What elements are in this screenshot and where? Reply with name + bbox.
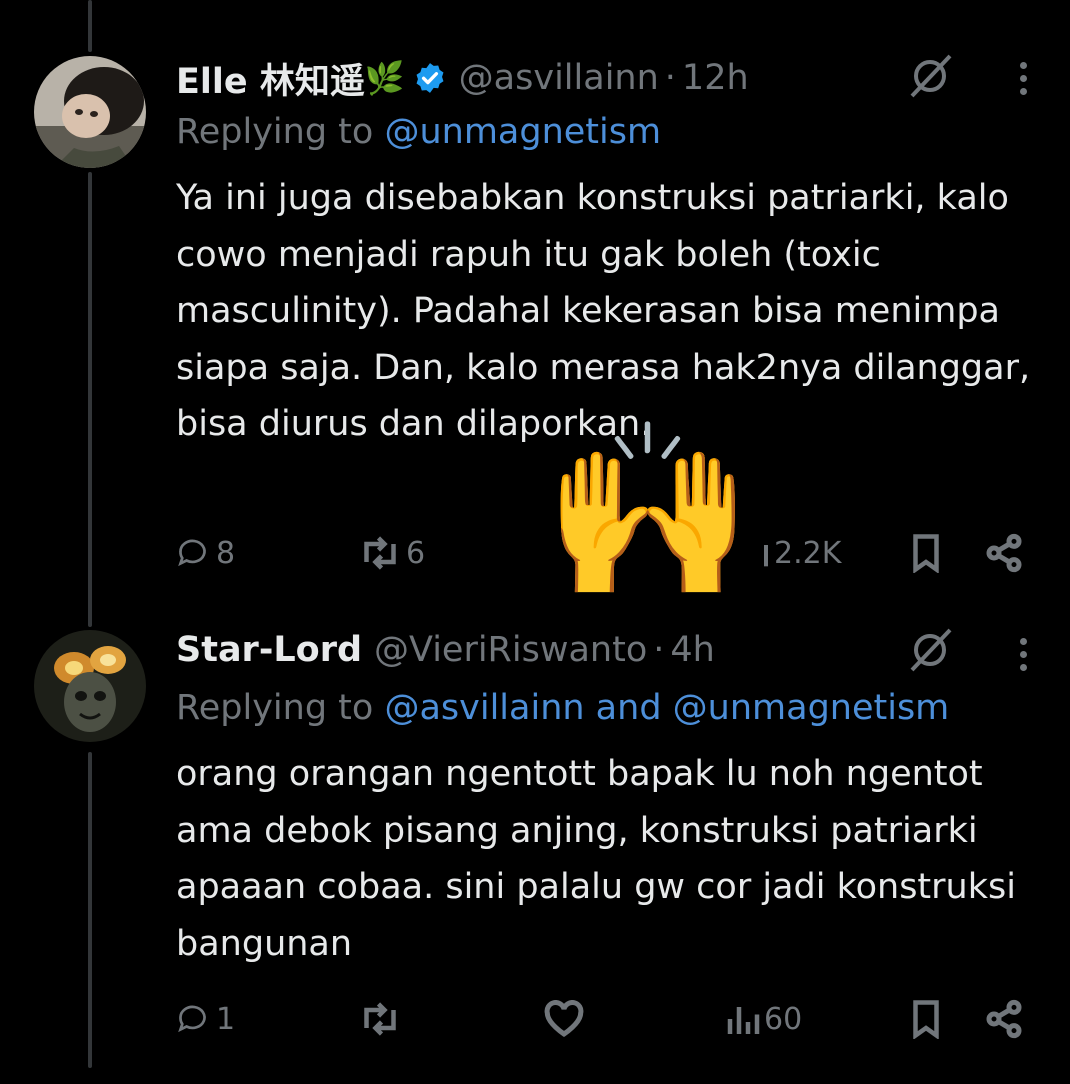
mention-link[interactable]: @unmagnetism [384,112,661,152]
more-icon[interactable] [1020,62,1030,101]
avatar-elle[interactable] [34,56,146,168]
separator-dot: · [664,58,676,98]
avatar-star-lord[interactable] [34,630,146,742]
handle[interactable]: @asvillainn [459,58,659,98]
timestamp[interactable]: 4h [670,630,714,670]
thread-line-top [88,0,92,52]
reply-button[interactable]: 8 [176,528,235,578]
like-icon [544,1000,584,1037]
views-icon [727,1007,760,1034]
reply-count: 1 [216,1001,236,1037]
handle[interactable]: @VieriRiswanto [374,630,647,670]
verified-badge-icon [413,61,447,95]
repost-button[interactable] [358,994,402,1044]
tweet-1-text: Ya ini juga disebabkan konstruksi patria… [176,178,1031,444]
more-icon[interactable] [1020,638,1030,677]
grok-icon[interactable] [906,52,954,104]
views-button[interactable]: 60 [724,994,802,1044]
separator-dot: · [653,630,665,670]
grok-icon[interactable] [906,626,954,678]
thread-line-1 [88,172,92,627]
tweet-1-header: Elle 林知遥 🌿 @asvillainn · 12h [176,54,749,102]
replying-prefix: Replying to [176,112,385,152]
share-button[interactable] [984,994,1024,1044]
repost-count: 6 [406,535,426,571]
reply-button[interactable]: 1 [176,994,235,1044]
tweet-2-text: orang orangan ngentott bapak lu noh ngen… [176,754,1016,964]
display-name[interactable]: Star-Lord [176,630,362,670]
tweet-2-header: Star-Lord @VieriRiswanto · 4h [176,626,715,674]
share-icon [986,999,1022,1039]
raising-hands-emoji: 🙌 [542,412,754,610]
replying-to: Replying to @asvillainn and @unmagnetism [176,688,949,728]
timestamp[interactable]: 12h [682,58,749,98]
share-button[interactable] [984,528,1024,578]
replying-to: Replying to @unmagnetism [176,112,661,152]
bookmark-button[interactable] [908,528,944,578]
leaf-emoji: 🌿 [364,59,405,97]
mention-link[interactable]: @asvillainn and @unmagnetism [384,688,949,728]
repost-icon [364,536,396,570]
like-button[interactable] [544,994,584,1044]
bookmark-icon [913,1000,939,1039]
repost-button[interactable]: 6 [358,528,425,578]
display-name[interactable]: Elle 林知遥 [176,53,365,104]
thread-line-2 [88,752,92,1068]
tweet-2-actions: 1 60 [176,994,1036,1044]
bookmark-button[interactable] [908,994,944,1044]
repost-icon [364,1002,396,1036]
views-count: 60 [764,1001,803,1037]
share-icon [986,533,1022,573]
replying-prefix: Replying to [176,688,385,728]
reply-icon [178,1005,206,1033]
bookmark-icon [913,534,939,573]
reply-count: 8 [216,535,236,571]
reply-icon [178,539,206,567]
